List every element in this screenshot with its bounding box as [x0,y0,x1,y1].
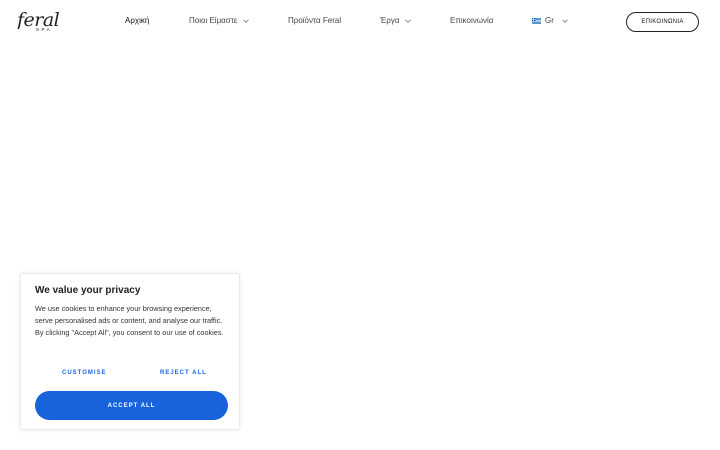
nav-item-label: Έργα [380,16,400,25]
nav-item-home[interactable]: Αρχική [125,16,149,25]
reject-all-button[interactable]: REJECT ALL [160,370,207,376]
language-label: Gr [545,16,554,25]
cookie-consent-banner: We value your privacy We use cookies to … [20,273,240,430]
accept-all-button[interactable]: ACCEPT ALL [35,391,228,420]
nav-item-projects[interactable]: Έργα [380,16,412,25]
nav-item-products[interactable]: Προϊόντα Feral [288,16,341,25]
svg-text:feral: feral [17,9,60,29]
contact-button[interactable]: ΕΠΙΚΟΙΝΩΝΙΑ [626,12,699,32]
logo-subtitle: SPA [36,27,53,32]
greek-flag-icon [532,17,541,24]
language-selector[interactable]: Gr [532,16,568,25]
logo-wordmark: feral [17,9,60,29]
nav-item-label: Αρχική [125,16,150,25]
customise-button[interactable]: CUSTOMISE [62,370,107,376]
chevron-down-icon [405,18,412,24]
chevron-down-icon [562,18,568,24]
cookie-title: We value your privacy [35,285,141,296]
nav-item-label: Προϊόντα Feral [288,16,342,25]
chevron-down-icon [243,18,250,24]
nav-item-label: Επικοινωνία [450,16,494,25]
nav-item-about[interactable]: Ποιοι Είμαστε [189,16,250,25]
nav-item-label: Ποιοι Είμαστε [189,16,238,25]
site-header: feral SPA Αρχική Ποιοι Είμαστε Προϊόντα … [0,0,720,44]
nav-item-contact[interactable]: Επικοινωνία [450,16,493,25]
cookie-description: We use cookies to enhance your browsing … [35,304,224,337]
